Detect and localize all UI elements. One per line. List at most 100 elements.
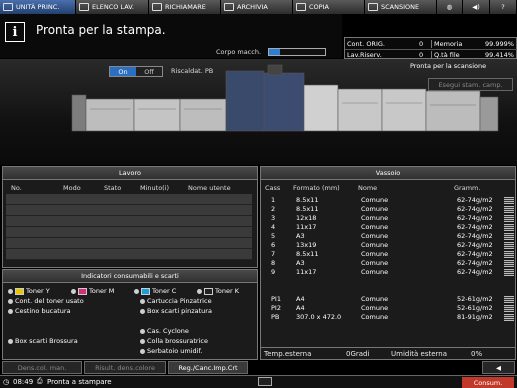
tray-row[interactable]: 9 11x17 Comune 62-74g/m2 — [264, 268, 514, 277]
keyboard-icon[interactable] — [258, 377, 272, 386]
job-col-mode: Modo — [63, 184, 81, 192]
tray-row[interactable]: 1 8.5x11 Comune 62-74g/m2 — [264, 196, 514, 205]
tray-row[interactable]: PB 307.0 x 472.0 Comune 81-91g/m2 — [264, 313, 514, 322]
printer-icon: ⎙ — [37, 377, 43, 385]
tray-weight: 81-91g/m2 — [457, 313, 493, 321]
paper-level-icon — [504, 305, 514, 312]
tray-name: Comune — [361, 313, 389, 321]
toner-k-icon — [204, 287, 213, 295]
humidity-label: Umidità esterna — [391, 350, 448, 358]
tray-name: Comune — [361, 232, 389, 240]
help-icon: ? — [501, 3, 505, 11]
tab-reg-canc-imp-crt[interactable]: Reg./Canc.Imp.Crt — [168, 361, 248, 374]
tray-row[interactable]: 4 11x17 Comune 62-74g/m2 — [264, 223, 514, 232]
list-icon — [79, 3, 89, 11]
status-text: Pronta a stampare — [47, 378, 112, 386]
tray-cass: PB — [271, 313, 280, 321]
tray-row[interactable]: 3 12x18 Comune 62-74g/m2 — [264, 214, 514, 223]
paper-level-icon — [504, 215, 514, 222]
job-row[interactable] — [6, 216, 252, 227]
preheat-toggle[interactable]: On Off — [109, 66, 163, 77]
tray-row[interactable]: 5 A3 Comune 62-74g/m2 — [264, 232, 514, 241]
tab-unita-princ[interactable]: UNITÀ PRINC. — [0, 0, 76, 14]
cont-orig-value: 0 — [419, 40, 424, 48]
toner-m-item: Toner M — [71, 287, 114, 295]
paper-level-icon — [504, 314, 514, 321]
tray-cass: 3 — [271, 214, 276, 222]
triangle-left-icon: ◀ — [496, 363, 501, 372]
tray-row[interactable]: PI2 A4 Comune 52-61g/m2 — [264, 304, 514, 313]
glue-item: Colla brossuratrice — [140, 337, 208, 345]
job-panel-title: Lavoro — [3, 167, 257, 180]
cyclone-item: Cas. Cyclone — [140, 327, 189, 335]
machine-icon — [3, 3, 13, 11]
tray-row[interactable]: 6 13x19 Comune 62-74g/m2 — [264, 241, 514, 250]
tray-row[interactable]: 8 A3 Comune 62-74g/m2 — [264, 259, 514, 268]
tray-name: Comune — [361, 259, 389, 267]
humid-tank-item: Serbatoio umidif. — [140, 347, 202, 355]
tray-cass: 9 — [271, 268, 276, 276]
humidity-value: 0% — [471, 350, 483, 358]
preheat-label: Riscaldat. PB — [171, 67, 214, 75]
job-row[interactable] — [6, 227, 252, 238]
tray-name: Comune — [361, 268, 389, 276]
scan-status: Pronta per la scansione — [410, 62, 487, 70]
tab-risult-dens-colore[interactable]: Risult. dens.colore — [84, 361, 166, 374]
paper-level-icon — [504, 224, 514, 231]
tab-scansione[interactable]: SCANSIONE — [365, 0, 437, 14]
tray-weight: 62-74g/m2 — [457, 250, 493, 258]
tray-format: 307.0 x 472.0 — [296, 313, 342, 321]
toner-c-item: Toner C — [134, 287, 176, 295]
job-row[interactable] — [6, 194, 252, 205]
tray-format: 8.5x11 — [296, 250, 319, 258]
tray-name: Comune — [361, 196, 389, 204]
preheat-off-button[interactable]: Off — [136, 67, 162, 76]
tray-row[interactable]: 2 8.5x11 Comune 62-74g/m2 — [264, 205, 514, 214]
tab-dens-col-man[interactable]: Dens.col. man. — [2, 361, 82, 374]
tray-row[interactable]: 7 8.5x11 Comune 62-74g/m2 — [264, 250, 514, 259]
memory-value: 99.999% — [485, 40, 514, 48]
tray-cass: PI1 — [271, 295, 281, 303]
temp-label: Temp.esterna — [264, 350, 312, 358]
tray-cass: 7 — [271, 250, 276, 258]
tab-elenco-lav[interactable]: ELENCO LAV. — [76, 0, 149, 14]
time: 08:49 — [13, 378, 34, 386]
tray-weight: 62-74g/m2 — [457, 241, 493, 249]
scroll-left-button[interactable]: ◀ — [482, 361, 515, 374]
consumables-button[interactable]: Consum. — [462, 377, 514, 388]
job-col-user: Nome utente — [188, 184, 231, 192]
tray-format: A4 — [296, 295, 305, 303]
tray-row[interactable]: PI1 A4 Comune 52-61g/m2 — [264, 295, 514, 304]
tray-name: Comune — [361, 223, 389, 231]
top-tab-bar: UNITÀ PRINC. ELENCO LAV. RICHIAMARE ARCH… — [0, 0, 517, 14]
paper-level-icon — [504, 197, 514, 204]
job-col-state: Stato — [104, 184, 122, 192]
cont-orig-label: Cont. ORIG. — [347, 40, 385, 48]
preheat-on-button[interactable]: On — [110, 67, 136, 76]
paper-level-icon — [504, 242, 514, 249]
tab-copia[interactable]: COPIA — [293, 0, 365, 14]
tray-col-format: Formato (mm) — [293, 184, 340, 192]
job-col-minutes: Minuto(i) — [140, 184, 170, 192]
tray-format: 11x17 — [296, 223, 317, 231]
network-button[interactable]: ◍ — [437, 0, 463, 14]
job-row[interactable] — [6, 249, 252, 260]
toner-m-icon — [78, 287, 87, 295]
status-bar: ◷ 08:49 ⎙ Pronta a stampare Consum. — [0, 375, 517, 388]
tray-cass: PI2 — [271, 304, 281, 312]
lav-riserv-value: 0 — [419, 51, 424, 59]
paper-level-icon — [504, 296, 514, 303]
volume-button[interactable]: ◀) — [463, 0, 490, 14]
status-message: Pronta per la stampa. — [36, 23, 166, 37]
job-row[interactable] — [6, 205, 252, 216]
tab-richiamare[interactable]: RICHIAMARE — [149, 0, 221, 14]
job-row[interactable] — [6, 238, 252, 249]
proof-print-button[interactable]: Esegui stam. camp. — [428, 78, 513, 91]
environment-bar: Temp.esterna 0Gradi Umidità esterna 0% — [260, 347, 516, 360]
info-icon: i — [5, 22, 25, 42]
help-button[interactable]: ? — [490, 0, 517, 14]
tray-cass: 6 — [271, 241, 276, 249]
tray-format: A4 — [296, 304, 305, 312]
tab-archivia[interactable]: ARCHIVIA — [221, 0, 293, 14]
tray-weight: 62-74g/m2 — [457, 259, 493, 267]
